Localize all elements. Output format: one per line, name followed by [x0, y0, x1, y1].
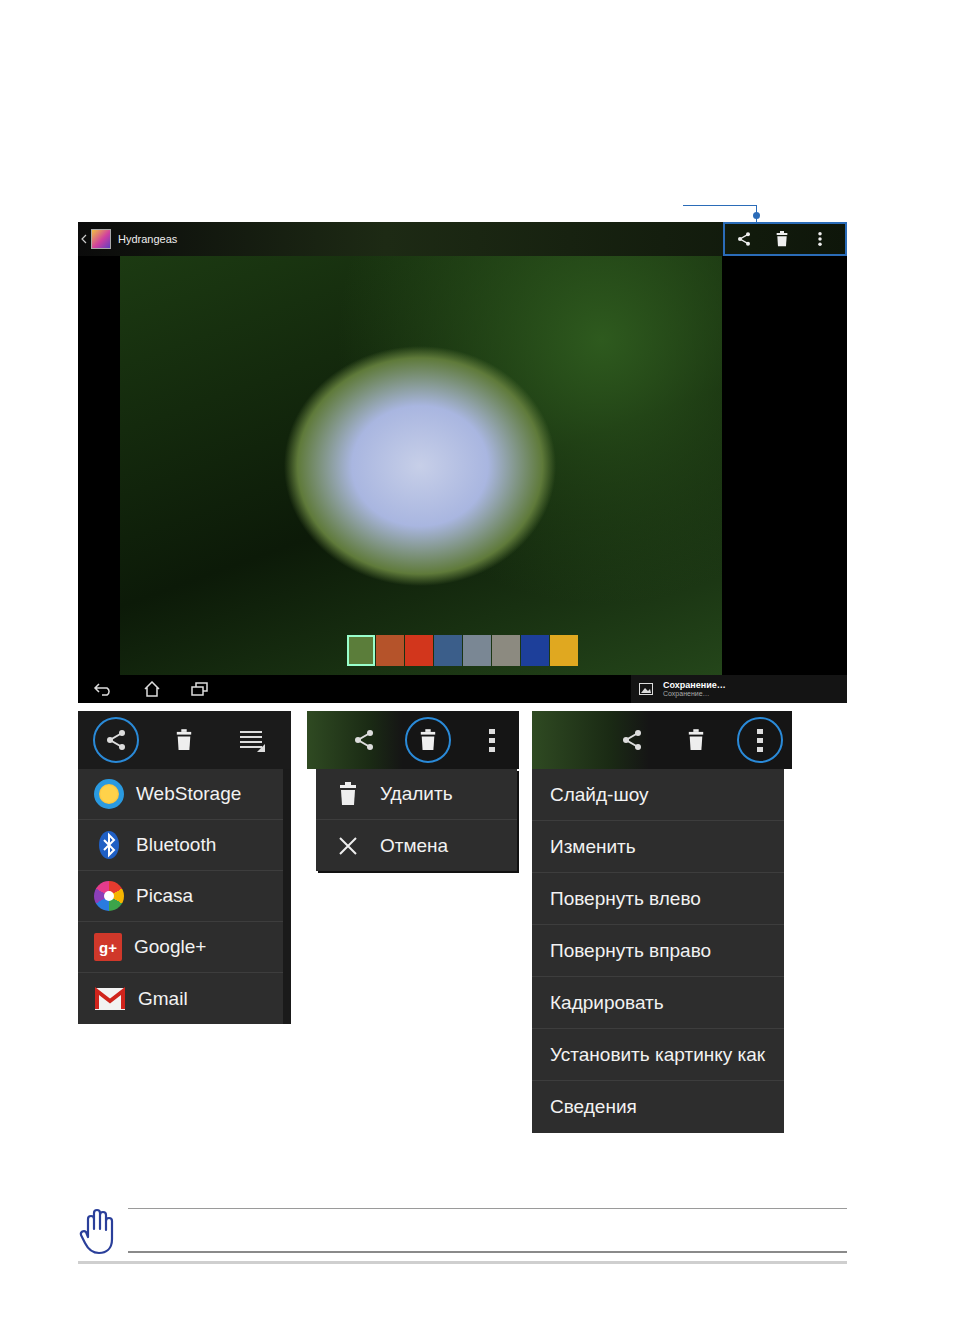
system-bar: Сохранение…Сохранение…: [78, 675, 847, 703]
action-group: [723, 222, 847, 256]
share-icon[interactable]: [736, 231, 752, 247]
photo: [120, 256, 722, 675]
trash-icon: [338, 782, 358, 806]
warning-hand-icon: [78, 1207, 118, 1255]
delete-button[interactable]: [767, 231, 797, 247]
callout-line: [683, 205, 757, 223]
trash-icon[interactable]: [687, 728, 705, 752]
menu-example: WebStorageBluetoothPicasag+Google+Gmail: [78, 711, 291, 1024]
trash-icon[interactable]: [419, 728, 437, 752]
menu-item[interactable]: g+Google+: [78, 922, 283, 973]
delete-button[interactable]: [161, 717, 207, 763]
more-button[interactable]: [737, 717, 783, 763]
notification[interactable]: Сохранение…Сохранение…: [631, 675, 847, 703]
close-icon: [338, 836, 358, 856]
action-bar: [78, 711, 291, 769]
gallery-app-icon: [91, 229, 111, 249]
thumbnail[interactable]: [521, 635, 549, 666]
thumbnail[interactable]: [492, 635, 520, 666]
menu-list-icon[interactable]: [239, 728, 265, 752]
gallery-screen: Hydrangeas Сохранение…Сохранение…: [78, 222, 847, 703]
page-rule: [78, 1261, 847, 1264]
action-bar: Hydrangeas: [78, 222, 847, 256]
gmail-icon: [94, 986, 126, 1012]
bluetooth-icon: [94, 830, 124, 860]
thumbnail[interactable]: [405, 635, 433, 666]
menu-item[interactable]: Сведения: [532, 1081, 784, 1133]
thumbnail[interactable]: [347, 635, 375, 666]
menu-list: Слайд-шоуИзменитьПовернуть влевоПовернут…: [532, 769, 784, 1133]
more-icon[interactable]: [489, 728, 495, 752]
warning-note: [78, 1207, 847, 1255]
menu-list: УдалитьОтмена: [316, 769, 517, 871]
home-icon[interactable]: [143, 681, 161, 697]
share-icon[interactable]: [620, 728, 644, 752]
picasa-icon: [94, 881, 124, 911]
photo-stage: [78, 256, 847, 675]
share-button[interactable]: [341, 717, 387, 763]
share-button[interactable]: [729, 231, 759, 247]
menu-list: WebStorageBluetoothPicasag+Google+Gmail: [78, 769, 283, 1024]
menu-item[interactable]: Bluetooth: [78, 820, 283, 871]
recent-apps-icon[interactable]: [191, 682, 209, 696]
google-plus-icon: g+: [94, 933, 122, 961]
picture-icon: [639, 683, 653, 695]
more-button[interactable]: [469, 717, 515, 763]
menu-example: УдалитьОтмена: [307, 711, 519, 871]
thumbnail[interactable]: [376, 635, 404, 666]
action-bar: [532, 711, 792, 769]
share-icon[interactable]: [104, 728, 128, 752]
back-chevron-icon[interactable]: [81, 234, 87, 244]
manual-page: Hydrangeas Сохранение…Сохранение… WebStora…: [0, 0, 954, 1338]
menu-example: Слайд-шоуИзменитьПовернуть влевоПовернут…: [532, 711, 792, 1133]
share-icon[interactable]: [352, 728, 376, 752]
share-button[interactable]: [609, 717, 655, 763]
more-icon[interactable]: [818, 232, 822, 246]
action-bar: [307, 711, 519, 769]
more-icon[interactable]: [757, 728, 763, 752]
menu-item[interactable]: Слайд-шоу: [532, 769, 784, 821]
menu-item[interactable]: Удалить: [316, 769, 517, 820]
trash-icon[interactable]: [175, 728, 193, 752]
menu-item[interactable]: Отмена: [316, 820, 517, 871]
menu-item[interactable]: Повернуть вправо: [532, 925, 784, 977]
share-button[interactable]: [93, 717, 139, 763]
menu-item[interactable]: Кадрировать: [532, 977, 784, 1029]
album-title[interactable]: Hydrangeas: [78, 229, 177, 249]
menu-item[interactable]: Gmail: [78, 973, 283, 1024]
list-button[interactable]: [229, 717, 275, 763]
menu-item[interactable]: WebStorage: [78, 769, 283, 820]
note-box: [128, 1208, 847, 1253]
menu-item[interactable]: Повернуть влево: [532, 873, 784, 925]
thumbnail[interactable]: [463, 635, 491, 666]
delete-button[interactable]: [405, 717, 451, 763]
more-button[interactable]: [805, 232, 835, 246]
delete-button[interactable]: [673, 717, 719, 763]
filmstrip: [347, 635, 578, 666]
menu-item[interactable]: Установить картинку как: [532, 1029, 784, 1081]
trash-icon[interactable]: [775, 231, 789, 247]
back-icon[interactable]: [93, 682, 113, 696]
webstorage-icon: [94, 779, 124, 809]
thumbnail[interactable]: [434, 635, 462, 666]
menu-item[interactable]: Изменить: [532, 821, 784, 873]
menu-item[interactable]: Picasa: [78, 871, 283, 922]
thumbnail[interactable]: [550, 635, 578, 666]
